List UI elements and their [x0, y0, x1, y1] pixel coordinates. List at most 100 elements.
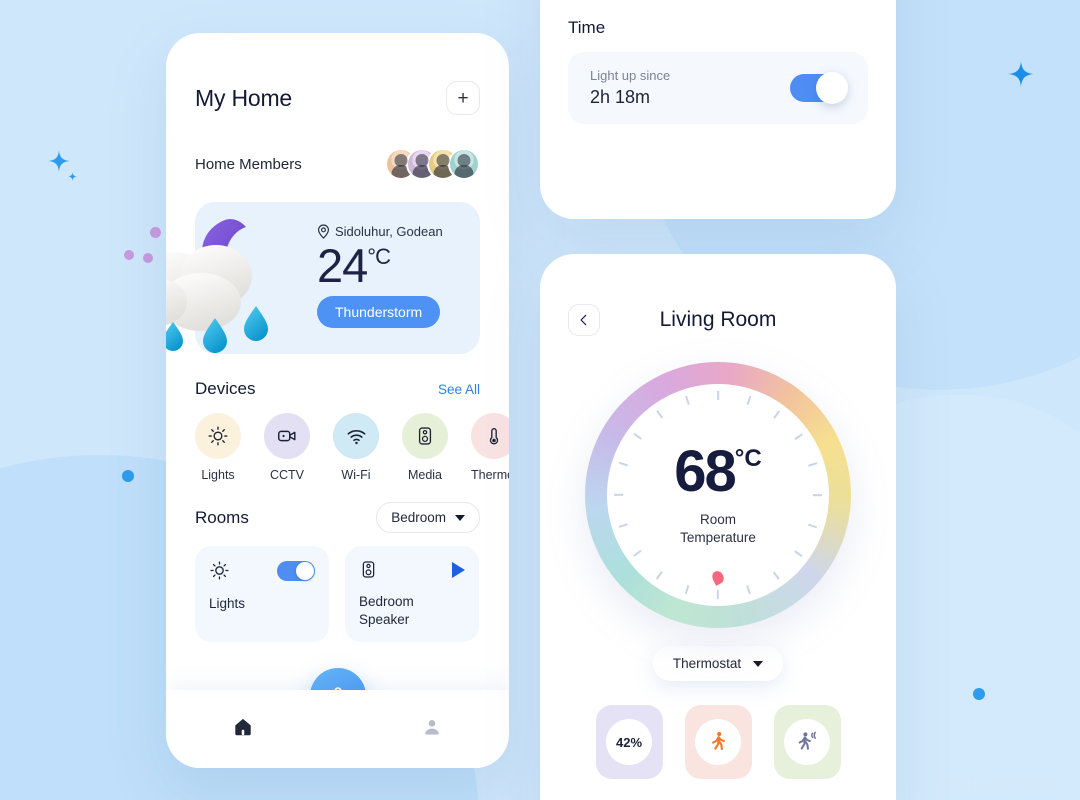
weather-temperature-value: 24 — [317, 239, 368, 292]
light-up-toggle[interactable] — [790, 72, 848, 104]
weather-condition-badge[interactable]: Thunderstorm — [317, 296, 441, 329]
home-members-row[interactable]: Home Members — [195, 148, 480, 180]
video-camera-icon — [278, 430, 296, 442]
light-up-since-label: Light up since — [590, 68, 671, 83]
light-up-since-card[interactable]: Light up since 2h 18m — [568, 52, 868, 124]
dial-tick — [808, 523, 818, 528]
devices-see-all-link[interactable]: See All — [438, 382, 480, 397]
sensor-card-humidity[interactable]: 42% — [595, 705, 663, 779]
home-screen-panel: My Home + Home Members Sidoluhur, Godean… — [166, 33, 509, 768]
walking-person-icon — [712, 731, 725, 751]
decor-dot-purple-1 — [150, 227, 161, 238]
dial-tick — [633, 433, 642, 440]
rooms-section-header: Rooms Bedroom — [195, 502, 480, 533]
room-detail-title: Living Room — [659, 308, 777, 331]
dial-tick — [656, 410, 663, 419]
room-detail-header: Living Room — [568, 304, 868, 336]
watermark: CSDN @defdsdddev — [938, 777, 1066, 792]
home-icon — [235, 718, 251, 735]
device-icon-bg — [402, 413, 448, 459]
dial-tick — [773, 410, 780, 419]
device-item-media[interactable]: Media — [402, 413, 448, 482]
chevron-left-icon — [580, 314, 587, 326]
chevron-down-icon — [753, 660, 764, 667]
speaker-icon — [362, 561, 375, 578]
wifi-icon — [347, 429, 365, 444]
room-device-cards: Lights Bedroom Speaker — [195, 546, 480, 642]
room-sensor-cards: 42% — [568, 705, 868, 779]
dial-tick — [746, 395, 751, 405]
room-card-label: Lights — [209, 596, 246, 611]
sparkle-star-small-icon — [68, 172, 77, 181]
plus-icon: + — [457, 87, 469, 109]
dial-tick — [773, 571, 780, 580]
rooms-section-title: Rooms — [195, 507, 249, 527]
humidity-value-bubble: 42% — [606, 719, 652, 765]
decor-dot-purple-2 — [124, 250, 134, 260]
dial-tick — [618, 523, 628, 528]
motion-icon-bubble — [784, 719, 830, 765]
sun-icon — [210, 561, 229, 580]
dial-tick — [717, 391, 719, 400]
room-card-lights[interactable]: Lights — [195, 546, 329, 642]
sensors-panel: Inside Humidity Occupancy Sensor Motion … — [540, 0, 896, 219]
dial-tick — [813, 494, 822, 496]
mode-select-wrapper: Thermostat — [568, 646, 868, 681]
member-avatar-group[interactable] — [385, 148, 480, 180]
device-label: CCTV — [269, 468, 305, 482]
back-button[interactable] — [568, 304, 600, 336]
occupancy-icon-bubble — [695, 719, 741, 765]
dial-tick — [685, 395, 690, 405]
thermostat-mode-dropdown[interactable]: Thermostat — [652, 646, 784, 681]
device-icon-bg — [264, 413, 310, 459]
device-item-cctv[interactable]: CCTV — [264, 413, 310, 482]
sensor-card-motion[interactable] — [773, 705, 841, 779]
dial-tick — [685, 585, 690, 595]
toggle-knob — [296, 561, 314, 580]
dial-tick — [794, 433, 803, 440]
device-item-lights[interactable]: Lights — [195, 413, 241, 482]
dial-tick — [614, 494, 623, 496]
nav-item-profile[interactable] — [421, 716, 443, 743]
device-item-wifi[interactable]: Wi-Fi — [333, 413, 379, 482]
devices-section-header: Devices See All — [195, 379, 480, 399]
room-card-label: Bedroom Speaker — [359, 594, 414, 628]
room-detail-panel: Living Room 68 °C Room Temperature Therm… — [540, 254, 896, 800]
rain-cloud-moon-illustration — [166, 210, 323, 370]
light-up-since-info: Light up since 2h 18m — [590, 68, 670, 108]
device-label: Media — [407, 468, 443, 482]
play-button[interactable] — [452, 561, 465, 578]
home-members-label: Home Members — [195, 155, 302, 173]
weather-info: Sidoluhur, Godean 24 °C Thunderstorm — [317, 224, 443, 329]
device-item-thermostat[interactable]: Thermostat — [471, 413, 509, 482]
weather-card[interactable]: Sidoluhur, Godean 24 °C Thunderstorm — [166, 202, 480, 354]
dial-tick — [746, 585, 751, 595]
sensor-card-occupancy[interactable] — [684, 705, 752, 779]
nav-item-home[interactable] — [232, 716, 254, 743]
sun-icon — [208, 426, 228, 446]
chevron-down-icon — [455, 514, 465, 521]
decor-dot-purple-3 — [143, 253, 153, 263]
humidity-value: 42% — [615, 734, 643, 750]
temperature-dial-face: 68 °C Room Temperature — [607, 384, 829, 606]
weather-temperature-unit: °C — [367, 244, 391, 269]
light-up-since-value: 2h 18m — [590, 87, 651, 107]
thermometer-icon — [489, 427, 499, 445]
device-label: Thermostat — [471, 468, 509, 482]
location-pin-icon — [317, 224, 330, 239]
device-icon-bg — [333, 413, 379, 459]
devices-list: Lights CCTV Wi-Fi Media Therm — [195, 413, 509, 482]
temperature-dial-wrapper: 68 °C Room Temperature — [568, 362, 868, 628]
decor-dot-blue-right — [973, 688, 985, 700]
thermostat-mode-value: Thermostat — [672, 656, 742, 671]
lights-toggle[interactable] — [277, 560, 315, 581]
add-device-button[interactable]: + — [446, 81, 480, 115]
room-select-dropdown[interactable]: Bedroom — [376, 502, 480, 533]
avatar[interactable] — [448, 148, 480, 180]
device-icon-bg — [195, 413, 241, 459]
decor-dot-blue-left — [122, 470, 134, 482]
room-select-value: Bedroom — [391, 510, 446, 525]
room-card-speaker[interactable]: Bedroom Speaker — [345, 546, 479, 642]
temperature-dial[interactable]: 68 °C Room Temperature — [585, 362, 851, 628]
time-section-title: Time — [568, 18, 606, 37]
